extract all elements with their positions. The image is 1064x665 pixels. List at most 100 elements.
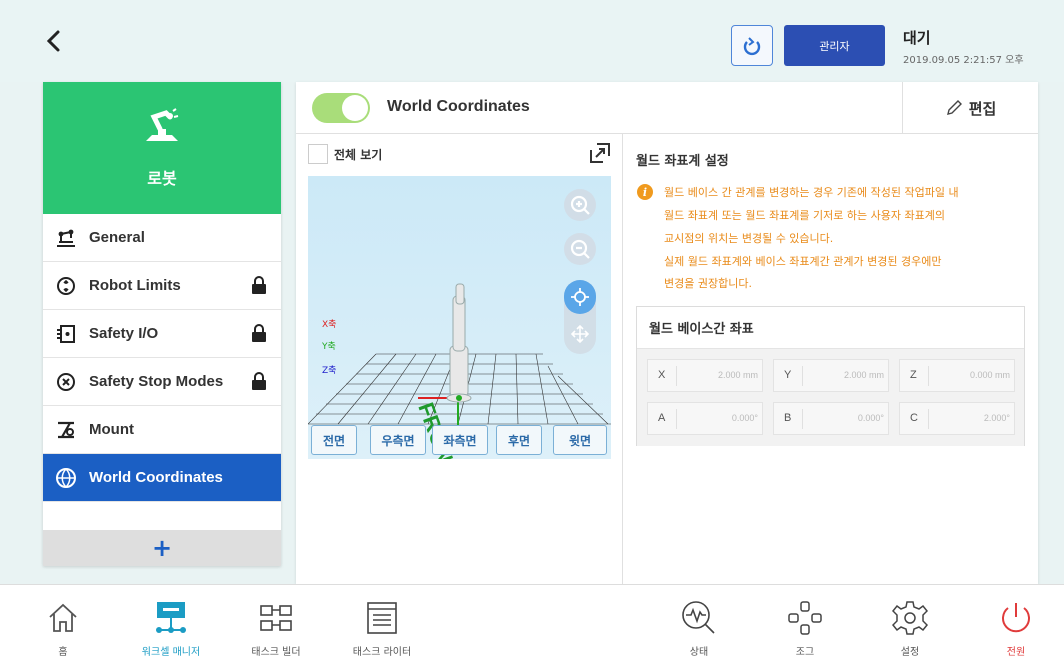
field-value: 2.000 mm	[717, 370, 758, 380]
status-datetime: 2019.09.05 2:21:57 오후	[903, 55, 1024, 66]
coord-fields: X 2.000 mm Y 2.000 mm Z 0.000 mm A 0.000…	[637, 349, 1024, 446]
info-icon: i	[637, 184, 653, 200]
status-monitor-icon	[680, 599, 718, 637]
power-icon	[998, 599, 1034, 637]
robot-arm-icon	[146, 108, 179, 141]
bottom-nav: 홈 워크셀 매니저 태스크 빌더 태스크 라이터 상태 조그 설정 전원	[0, 584, 1064, 665]
safety-io-icon	[55, 323, 77, 345]
rotate-mode-button[interactable]	[564, 280, 596, 314]
field-x[interactable]: X 2.000 mm	[647, 359, 763, 392]
sidebar-item-general[interactable]: General	[43, 214, 281, 262]
view-left-button[interactable]: 좌측면	[432, 425, 488, 455]
view-back-button[interactable]: 후면	[496, 425, 542, 455]
nav-label: 조그	[795, 647, 815, 658]
robot-tile-title: 로봇	[147, 169, 177, 188]
nav-label: 태스크 라이터	[352, 647, 412, 658]
back-button[interactable]	[40, 26, 70, 56]
warning-text-line: 교시점의 위치는 변경될 수 있습니다.	[664, 232, 834, 245]
lock-icon	[251, 324, 267, 346]
fullview-option[interactable]: 전체 보기	[308, 144, 382, 164]
nav-jog[interactable]: 조그	[765, 585, 845, 665]
nav-status[interactable]: 상태	[659, 585, 739, 665]
nav-task-builder[interactable]: 태스크 빌더	[236, 585, 316, 665]
lock-icon	[251, 276, 267, 298]
pencil-icon	[946, 100, 962, 115]
field-value: 0.000°	[731, 413, 758, 423]
settings-title: 월드 좌표계 설정	[636, 154, 729, 169]
field-c[interactable]: C 2.000°	[899, 402, 1015, 435]
pan-mode-button[interactable]	[570, 324, 590, 348]
sidebar-item-label: Mount	[89, 421, 134, 438]
robot-general-icon	[55, 227, 77, 249]
refresh-icon	[743, 36, 761, 55]
panel-title: World Coordinates	[387, 98, 530, 115]
top-bar: 관리자 대기 2019.09.05 2:21:57 오후	[0, 0, 1064, 82]
lock-icon	[251, 372, 267, 394]
sidebar-item-label: General	[89, 229, 145, 246]
world-base-coord-box: 월드 베이스간 좌표 X 2.000 mm Y 2.000 mm Z 0.000…	[636, 306, 1025, 446]
axis-z-label: Z축	[322, 366, 337, 376]
zoom-out-button[interactable]	[564, 233, 596, 265]
world-settings: 월드 좌표계 설정 i 월드 베이스 간 관계를 변경하는 경우 기존에 작성된…	[624, 134, 1038, 584]
robot-status: 대기	[903, 29, 931, 47]
nav-task-writer[interactable]: 태스크 라이터	[342, 585, 422, 665]
zoom-in-button[interactable]	[564, 189, 596, 221]
field-label: B	[784, 412, 792, 424]
axis-x-label: X축	[322, 320, 337, 330]
nav-home[interactable]: 홈	[23, 585, 103, 665]
nav-workcell-manager[interactable]: 워크셀 매니저	[131, 585, 211, 665]
world-coordinates-panel: World Coordinates 편집 전체 보기 FRONT	[296, 82, 1038, 584]
enable-toggle[interactable]	[312, 93, 370, 123]
sidebar-item-safety-stop-modes[interactable]: Safety Stop Modes	[43, 358, 281, 406]
nav-settings[interactable]: 설정	[870, 585, 950, 665]
refresh-button[interactable]	[731, 25, 773, 66]
field-a[interactable]: A 0.000°	[647, 402, 763, 435]
robot-tile[interactable]: 로봇	[43, 82, 281, 214]
limit-gauge-icon	[55, 275, 77, 297]
sidebar-item-robot-limits[interactable]: Robot Limits	[43, 262, 281, 310]
warning-text-line: 변경을 권장합니다.	[664, 277, 752, 290]
field-z[interactable]: Z 0.000 mm	[899, 359, 1015, 392]
robot-scene[interactable]: FRONT X축 Y축 Z축	[308, 176, 611, 459]
sidebar-item-safety-io[interactable]: Safety I/O	[43, 310, 281, 358]
field-label: A	[658, 412, 666, 424]
move-icon	[570, 324, 590, 344]
nav-label: 태스크 빌더	[251, 647, 301, 658]
gear-icon	[892, 599, 928, 637]
globe-icon	[55, 467, 77, 489]
warning-text-line: 월드 좌표계 또는 월드 좌표계를 기저로 하는 사용자 좌표계의	[664, 209, 945, 222]
field-value: 2.000 mm	[843, 370, 884, 380]
edit-button[interactable]: 편집	[902, 82, 1038, 134]
view-right-button[interactable]: 우측면	[370, 425, 426, 455]
field-label: Y	[784, 369, 792, 381]
field-y[interactable]: Y 2.000 mm	[773, 359, 889, 392]
field-value: 2.000°	[983, 413, 1010, 423]
3d-viewer: 전체 보기 FRONT	[296, 134, 623, 584]
coord-box-title: 월드 베이스간 좌표	[637, 307, 1024, 349]
view-front-button[interactable]: 전면	[311, 425, 357, 455]
stop-circle-icon	[55, 371, 77, 393]
add-button[interactable]: +	[43, 530, 281, 566]
sidebar-item-label: Robot Limits	[89, 277, 181, 294]
nav-power[interactable]: 전원	[976, 585, 1056, 665]
expand-icon[interactable]	[589, 142, 611, 168]
sidebar-item-mount[interactable]: Mount	[43, 406, 281, 454]
field-value: 0.000 mm	[969, 370, 1010, 380]
task-writer-icon	[365, 599, 399, 637]
nav-label: 상태	[689, 647, 709, 658]
edit-label: 편집	[968, 99, 997, 118]
fullview-checkbox[interactable]	[308, 144, 328, 164]
nav-label: 전원	[1006, 647, 1026, 658]
view-top-button[interactable]: 윗면	[553, 425, 607, 455]
warning-text-line: 실제 월드 좌표계와 베이스 좌표계간 관계가 변경된 경우에만	[664, 255, 942, 268]
pan-rotate-group	[564, 280, 596, 354]
admin-button[interactable]: 관리자	[784, 25, 885, 66]
sidebar-item-world-coordinates[interactable]: World Coordinates	[43, 454, 281, 502]
warning-text-line: 월드 베이스 간 관계를 변경하는 경우 기존에 작성된 작업파일 내	[664, 186, 959, 199]
field-b[interactable]: B 0.000°	[773, 402, 889, 435]
mount-icon	[55, 419, 77, 441]
zoom-out-icon	[570, 239, 590, 259]
nav-label: 홈	[58, 647, 68, 658]
sidebar-item-label: Safety I/O	[89, 325, 159, 342]
field-label: Z	[910, 369, 917, 381]
